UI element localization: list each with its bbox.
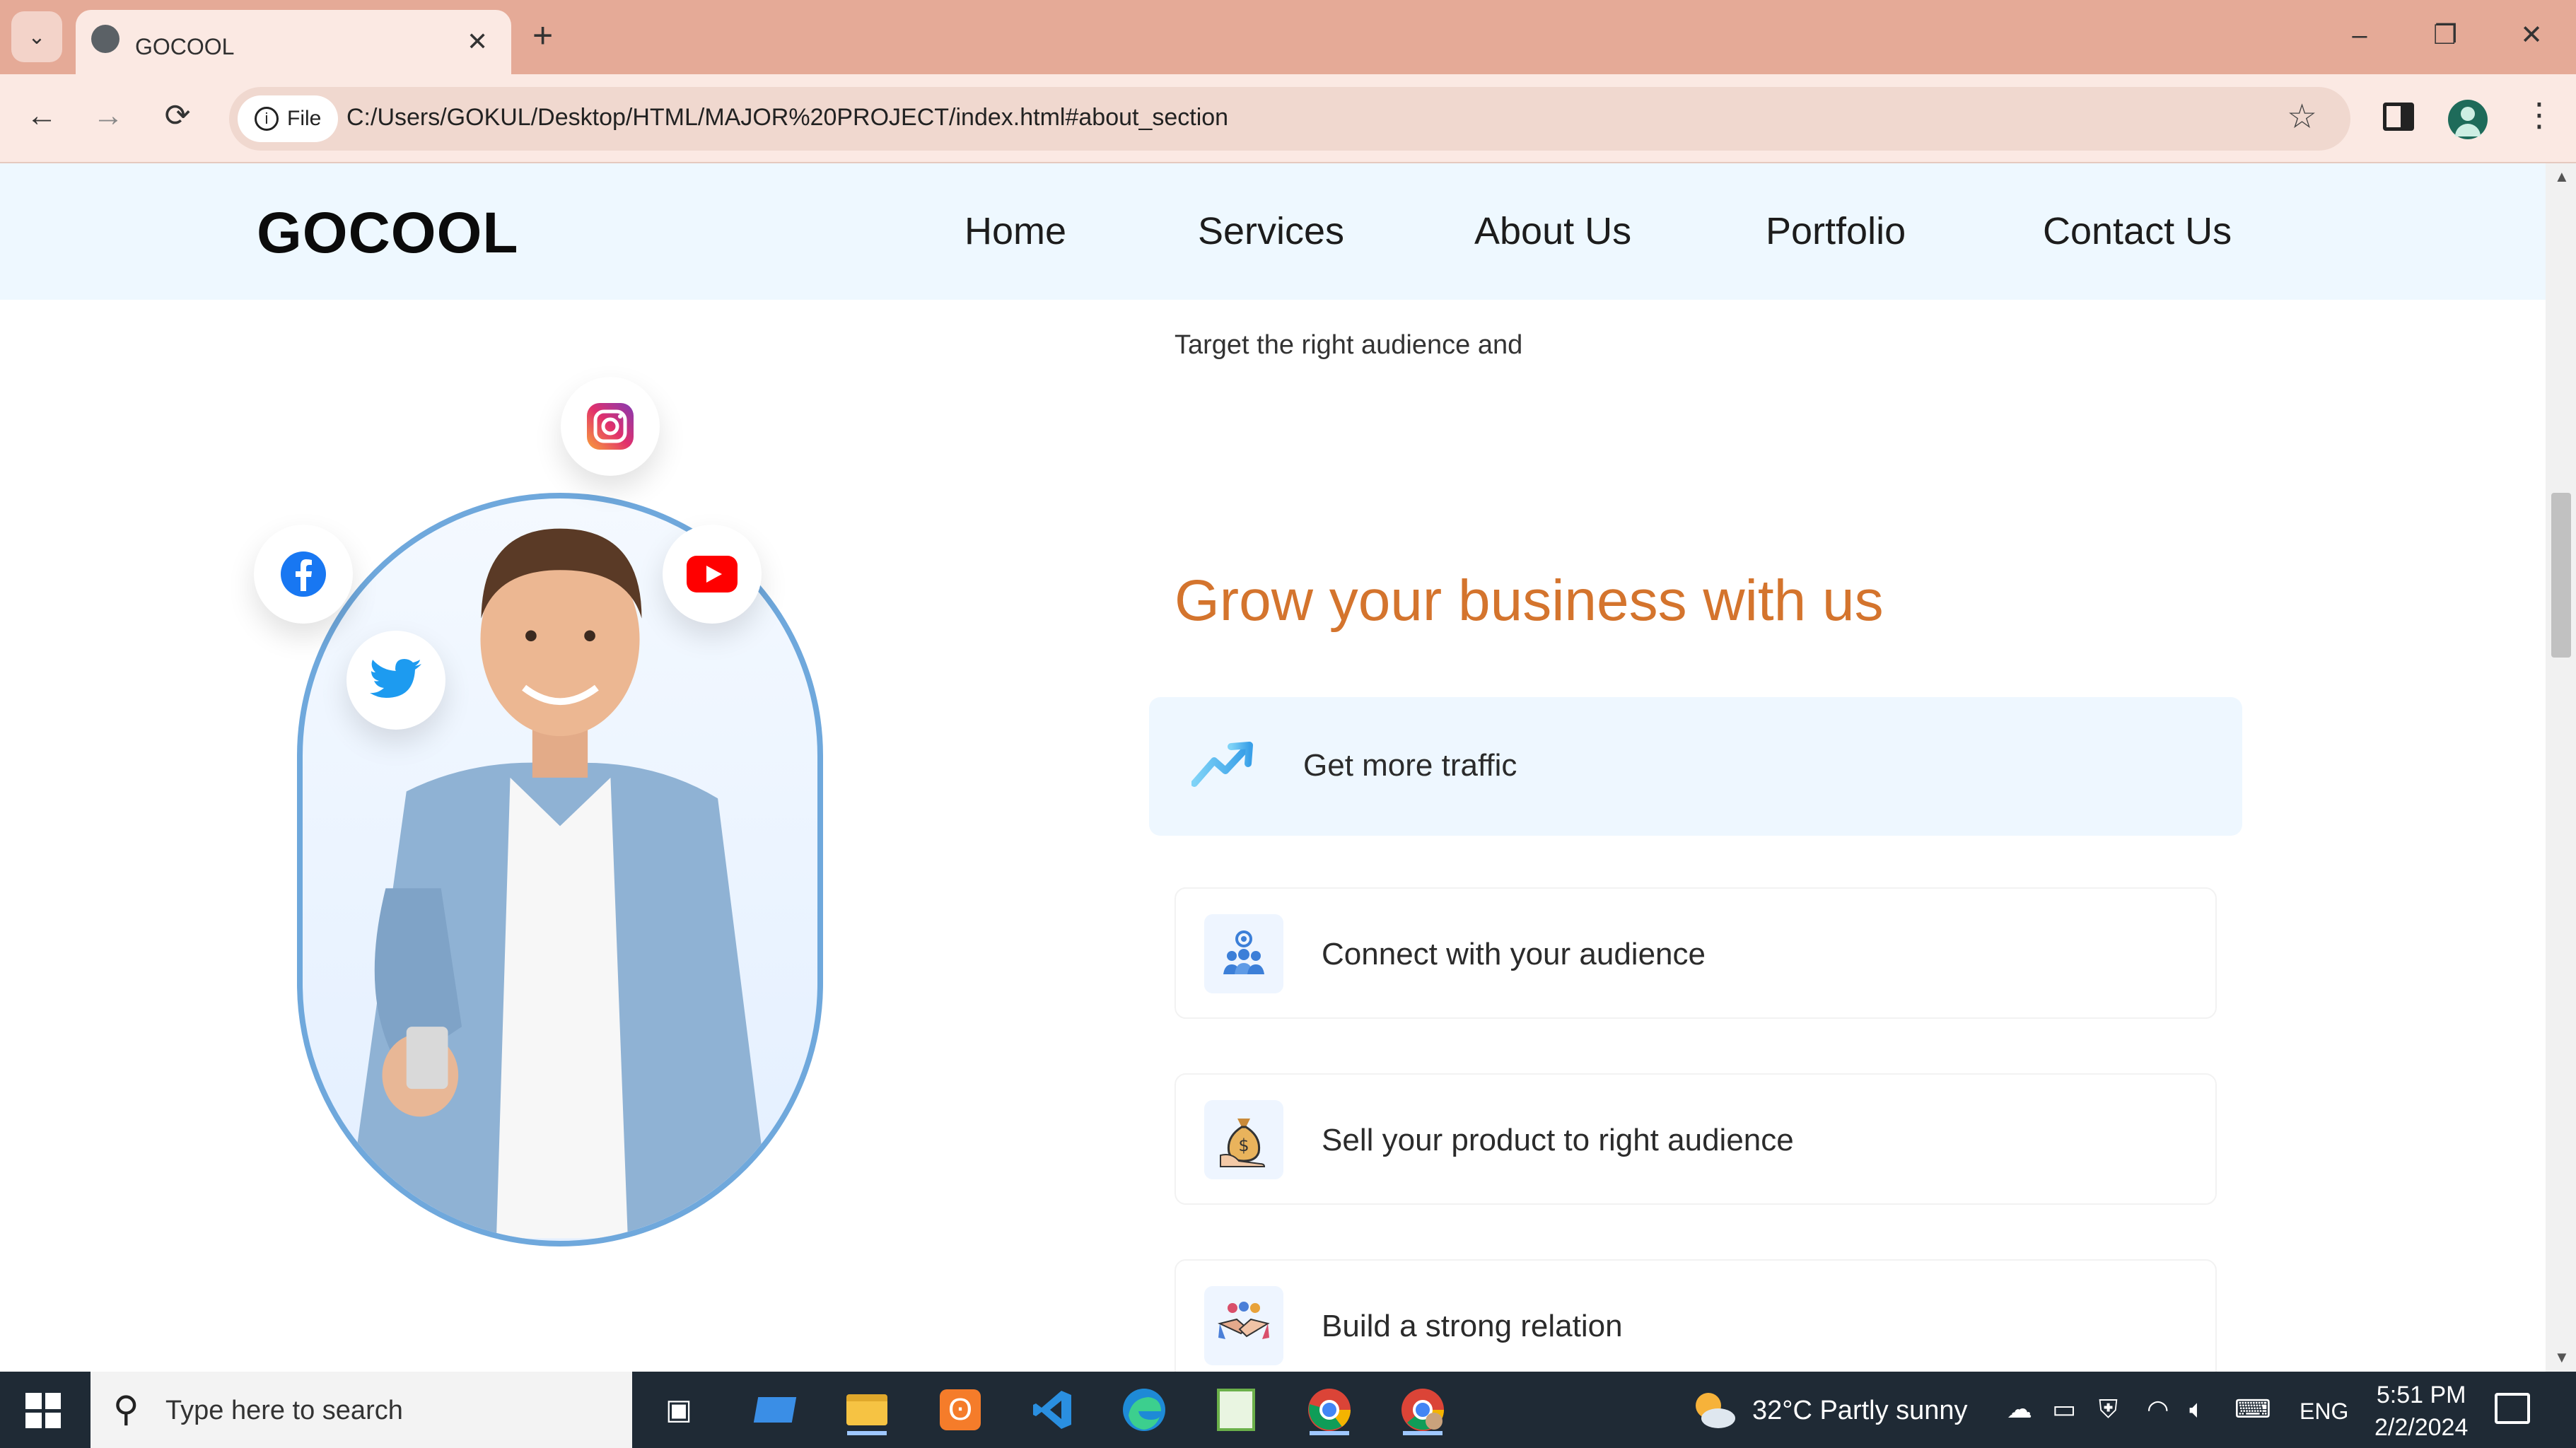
feature-card-traffic[interactable]: Get more traffic bbox=[1149, 697, 2242, 836]
info-icon: i bbox=[255, 107, 279, 131]
feature-card-sell[interactable]: $ Sell your product to right audience bbox=[1175, 1073, 2217, 1205]
browser-tab-bar: ⌄ GOCOOL ✕ + – ❐ ✕ bbox=[0, 0, 2576, 74]
trending-up-icon bbox=[1191, 742, 1253, 787]
tab-close-icon[interactable]: ✕ bbox=[467, 27, 488, 57]
taskbar-search-placeholder: Type here to search bbox=[165, 1396, 403, 1425]
intro-text: Target the right audience and bbox=[1175, 330, 1523, 360]
windows-taskbar: ⚲ Type here to search ▣ ʘ 32°C Partly su… bbox=[0, 1372, 2576, 1448]
file-explorer-icon[interactable] bbox=[840, 1384, 894, 1435]
page-scrollbar[interactable]: ▲ ▼ bbox=[2546, 163, 2576, 1372]
nav-link-about[interactable]: About Us bbox=[1474, 209, 1631, 253]
app-icon-laptop[interactable] bbox=[748, 1384, 802, 1435]
nav-link-services[interactable]: Services bbox=[1198, 209, 1344, 253]
site-logo[interactable]: GOCOOL bbox=[257, 200, 518, 267]
security-shield-icon[interactable]: ⛨ bbox=[2099, 1394, 2118, 1425]
windows-start-icon[interactable] bbox=[25, 1393, 61, 1428]
address-bar[interactable]: i File C:/Users/GOKUL/Desktop/HTML/MAJOR… bbox=[229, 87, 2350, 151]
scroll-thumb[interactable] bbox=[2551, 493, 2571, 658]
back-button[interactable]: ← bbox=[17, 94, 66, 138]
bookmark-star-icon[interactable]: ☆ bbox=[2287, 97, 2317, 136]
scroll-down-arrow-icon[interactable]: ▼ bbox=[2554, 1348, 2570, 1367]
close-window-button[interactable]: ✕ bbox=[2507, 14, 2556, 57]
scroll-up-arrow-icon[interactable]: ▲ bbox=[2554, 168, 2570, 186]
language-indicator[interactable]: ENG bbox=[2300, 1399, 2348, 1425]
svg-text:$: $ bbox=[1238, 1135, 1249, 1155]
feature-card-connect[interactable]: Connect with your audience bbox=[1175, 887, 2217, 1019]
partly-sunny-icon[interactable] bbox=[1691, 1389, 1737, 1431]
nav-link-portfolio[interactable]: Portfolio bbox=[1766, 209, 1906, 253]
money-bag-icon: $ bbox=[1204, 1100, 1283, 1179]
instagram-icon[interactable] bbox=[561, 377, 660, 476]
chrome-browser-icon[interactable] bbox=[1302, 1384, 1356, 1435]
browser-toolbar: ← → ⟳ i File C:/Users/GOKUL/Desktop/HTML… bbox=[0, 74, 2576, 163]
edge-browser-icon[interactable] bbox=[1117, 1384, 1171, 1435]
reload-button[interactable]: ⟳ bbox=[153, 94, 202, 138]
clock-time: 5:51 PM bbox=[2376, 1382, 2466, 1408]
forward-button[interactable]: → bbox=[83, 94, 133, 138]
app-icon-chart[interactable] bbox=[1209, 1384, 1263, 1435]
feature-card-relation[interactable]: Build a strong relation bbox=[1175, 1259, 2217, 1372]
tab-title: GOCOOL bbox=[135, 34, 235, 59]
weather-text[interactable]: 32°C Partly sunny bbox=[1752, 1396, 1968, 1426]
minimize-button[interactable]: – bbox=[2335, 14, 2384, 57]
facebook-icon[interactable] bbox=[254, 525, 353, 624]
search-icon: ⚲ bbox=[113, 1389, 139, 1429]
clock-date: 2/2/2024 bbox=[2374, 1414, 2469, 1441]
site-info-chip[interactable]: i File bbox=[238, 95, 339, 142]
volume-icon[interactable]: 🔈︎ bbox=[2189, 1394, 2205, 1425]
chevron-down-icon: ⌄ bbox=[28, 25, 46, 49]
clock[interactable]: 5:51 PM 2/2/2024 bbox=[2374, 1379, 2468, 1444]
nav-link-contact[interactable]: Contact Us bbox=[2043, 209, 2232, 253]
wifi-icon[interactable]: ◠ bbox=[2147, 1394, 2169, 1424]
twitter-icon[interactable] bbox=[346, 631, 445, 730]
onedrive-icon[interactable]: ☁ bbox=[2007, 1394, 2032, 1424]
restore-button[interactable]: ❐ bbox=[2420, 14, 2470, 57]
section-heading: Grow your business with us bbox=[1175, 568, 1884, 633]
site-header: GOCOOL Home Services About Us Portfolio … bbox=[0, 163, 2546, 300]
profile-avatar-icon[interactable] bbox=[2448, 100, 2488, 139]
chrome-profile-icon[interactable] bbox=[1396, 1384, 1450, 1435]
feature-label: Get more traffic bbox=[1303, 748, 1517, 783]
xampp-icon[interactable]: ʘ bbox=[933, 1384, 987, 1435]
globe-icon bbox=[91, 25, 120, 53]
web-page: GOCOOL Home Services About Us Portfolio … bbox=[0, 163, 2546, 1372]
browser-tab[interactable]: GOCOOL ✕ bbox=[76, 10, 511, 74]
side-panel-icon[interactable] bbox=[2383, 103, 2414, 131]
feature-label: Build a strong relation bbox=[1322, 1309, 1623, 1343]
feature-label: Sell your product to right audience bbox=[1322, 1123, 1794, 1157]
browser-menu-icon[interactable]: ⋮ bbox=[2523, 95, 2555, 134]
handshake-icon bbox=[1204, 1286, 1283, 1365]
file-chip-label: File bbox=[287, 107, 322, 130]
notification-center-icon[interactable] bbox=[2495, 1393, 2530, 1424]
keyboard-icon[interactable]: ⌨ bbox=[2234, 1394, 2271, 1424]
audience-icon bbox=[1204, 914, 1283, 993]
tab-search-button[interactable]: ⌄ bbox=[11, 11, 62, 62]
taskbar-search-box[interactable]: ⚲ Type here to search bbox=[91, 1372, 632, 1448]
nav-link-home[interactable]: Home bbox=[964, 209, 1066, 253]
feature-label: Connect with your audience bbox=[1322, 937, 1706, 971]
vscode-icon[interactable] bbox=[1025, 1384, 1079, 1435]
task-view-icon[interactable]: ▣ bbox=[652, 1384, 706, 1435]
url-text[interactable]: C:/Users/GOKUL/Desktop/HTML/MAJOR%20PROJ… bbox=[346, 104, 1228, 132]
youtube-icon[interactable] bbox=[663, 525, 762, 624]
battery-icon[interactable]: ▭ bbox=[2052, 1394, 2076, 1424]
new-tab-button[interactable]: + bbox=[532, 14, 553, 57]
